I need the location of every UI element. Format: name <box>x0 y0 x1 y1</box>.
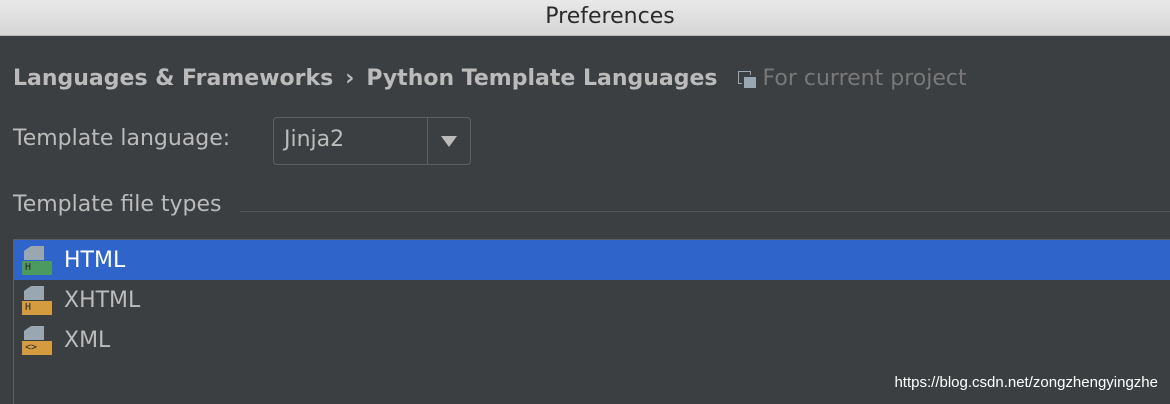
dropdown-divider <box>427 118 428 164</box>
breadcrumb-separator: › <box>345 65 355 91</box>
window-title: Preferences <box>545 4 675 29</box>
scope-label: For current project <box>762 65 967 91</box>
list-item-html[interactable]: H HTML <box>14 240 1170 280</box>
list-item-label: XML <box>64 327 111 353</box>
template-language-dropdown[interactable]: Jinja2 <box>273 117 471 165</box>
breadcrumb-item-languages-frameworks[interactable]: Languages & Frameworks <box>13 66 333 91</box>
breadcrumb: Languages & Frameworks › Python Template… <box>13 62 967 94</box>
list-item-xml[interactable]: <> XML <box>14 320 1170 360</box>
breadcrumb-item-python-template-languages: Python Template Languages <box>366 65 718 91</box>
html-file-icon: H <box>20 244 52 276</box>
watermark-url: https://blog.csdn.net/zongzhengyingzhe <box>894 374 1158 391</box>
template-language-label: Template language: <box>13 126 231 151</box>
template-language-value: Jinja2 <box>284 127 345 152</box>
section-divider <box>240 211 1170 212</box>
file-types-section-title: Template file types <box>13 192 222 217</box>
triangle-down-icon[interactable] <box>441 136 457 147</box>
xml-file-icon: <> <box>20 324 52 356</box>
list-item-label: HTML <box>64 247 126 273</box>
list-item-xhtml[interactable]: H XHTML <box>14 280 1170 320</box>
window-title-bar: Preferences <box>0 0 1170 36</box>
xhtml-file-icon: H <box>20 284 52 316</box>
list-item-label: XHTML <box>64 287 141 313</box>
project-scope-icon <box>737 70 758 90</box>
